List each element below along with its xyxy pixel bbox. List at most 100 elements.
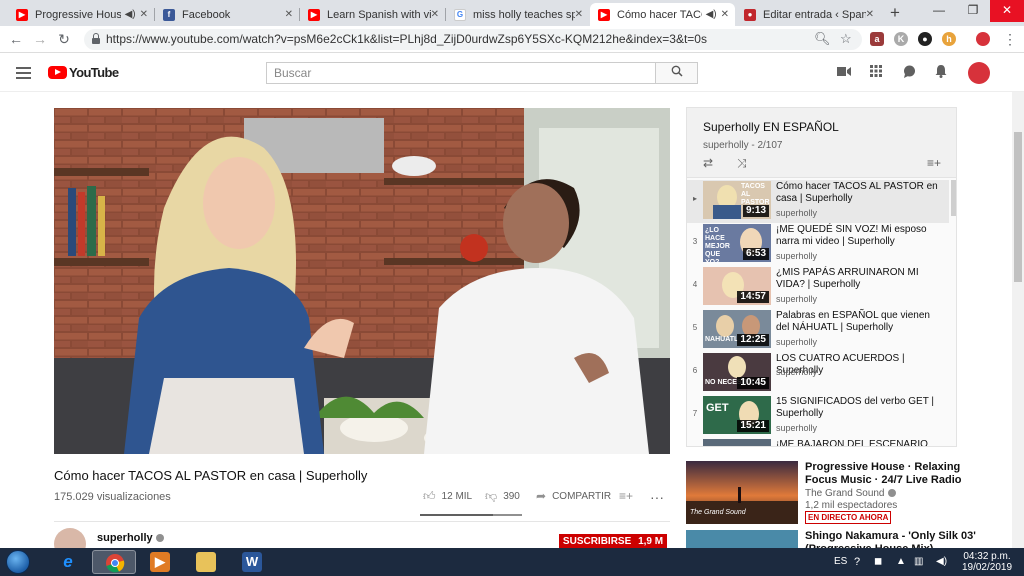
chrome-icon — [105, 553, 125, 573]
extension-k-icon[interactable]: K — [894, 32, 908, 46]
close-icon[interactable]: ✕ — [866, 9, 874, 20]
playlist-video-title: Cómo hacer TACOS AL PASTOR en casa | Sup… — [776, 181, 938, 204]
tab-learn-spanish[interactable]: ▶ Learn Spanish with viral ✕ — [300, 3, 445, 26]
close-icon[interactable]: ✕ — [431, 9, 439, 20]
page-scrollbar[interactable] — [1012, 92, 1024, 548]
playlist-item[interactable]: 3 ¿LO HACE MEJOR QUE YO? 6:53 ¡ME QUEDÉ … — [687, 223, 949, 266]
playlist-video-channel: superholly — [776, 208, 818, 218]
tab-google-search[interactable]: G miss holly teaches spani ✕ — [446, 3, 589, 26]
dislike-button[interactable]: 👎︎ 390 — [485, 489, 520, 504]
tab-title: Cómo hacer TACOS — [617, 8, 702, 21]
address-bar[interactable]: https://www.youtube.com/watch?v=psM6e2cC… — [84, 29, 862, 50]
more-actions-button[interactable]: ··· — [650, 489, 664, 505]
minimize-button[interactable]: — — [922, 0, 956, 22]
network-icon[interactable]: ▥ — [914, 556, 923, 567]
windows-taskbar: e ▶ W ES ? ◼ ▲ ▥ ◀) 04:32 p.m. 19/02/201… — [0, 548, 1024, 576]
youtube-logo[interactable]: YouTube — [48, 65, 119, 80]
playlist-item[interactable]: 8 ¡ME BAJARON DEL ESCENARIO — [687, 438, 949, 446]
apps-grid-icon[interactable] — [868, 65, 884, 81]
video-player[interactable] — [54, 108, 670, 454]
bookmark-star-icon[interactable]: ☆ — [840, 31, 852, 47]
save-to-playlist-button[interactable]: ≡+ — [619, 489, 639, 503]
audio-icon[interactable]: ◀) — [125, 9, 136, 20]
reload-icon[interactable]: ↻ — [54, 29, 74, 49]
channel-name[interactable]: superholly — [97, 532, 164, 544]
help-icon[interactable]: ? — [854, 556, 860, 568]
search-input[interactable]: Buscar — [266, 62, 655, 84]
share-button[interactable]: ➦ COMPARTIR — [536, 489, 611, 503]
video-thumbnail: NAHUATL 12:25 — [703, 310, 771, 348]
forward-icon[interactable]: → — [30, 29, 50, 49]
playlist-video-channel: superholly — [776, 337, 818, 347]
notifications-bell-icon[interactable] — [933, 65, 949, 81]
word-icon: W — [242, 552, 262, 572]
duration-badge: 14:57 — [737, 291, 769, 303]
back-icon[interactable]: ← — [6, 29, 26, 49]
browser-menu-icon[interactable]: ⋮ — [1000, 29, 1020, 49]
playlist-item[interactable]: 4 14:57 ¿MIS PAPÁS ARRUINARON MI VIDA? |… — [687, 266, 949, 309]
menu-icon[interactable] — [16, 67, 31, 79]
playlist-item[interactable]: 7 GET 15:21 15 SIGNIFICADOS del verbo GE… — [687, 395, 949, 438]
clock[interactable]: 04:32 p.m. 19/02/2019 — [958, 551, 1016, 573]
taskbar-app-file-explorer[interactable] — [184, 550, 228, 574]
taskbar-app-chrome[interactable] — [92, 550, 136, 574]
create-video-icon[interactable] — [836, 65, 852, 81]
extension-pdf-icon[interactable]: a — [870, 32, 884, 46]
start-button[interactable] — [6, 550, 30, 574]
playlist-item[interactable]: 5 NAHUATL 12:25 Palabras en ESPAÑOL que … — [687, 309, 949, 352]
profile-avatar-icon[interactable] — [976, 32, 990, 46]
close-icon[interactable]: ✕ — [140, 9, 148, 20]
zoom-icon[interactable]: 🔍︎ — [814, 31, 831, 47]
close-window-button[interactable]: ✕ — [990, 0, 1024, 22]
tab-facebook[interactable]: f Facebook ✕ — [155, 3, 299, 26]
recommended-video[interactable]: The Grand Sound Progressive House · Rela… — [686, 461, 998, 527]
share-arrow-icon: ➦ — [536, 489, 547, 503]
now-playing-icon: ▸ — [692, 194, 697, 203]
playlist-subtitle: superholly - 2/107 — [703, 140, 783, 151]
restore-button[interactable]: ❐ — [956, 0, 990, 22]
taskbar-app-word[interactable]: W — [230, 550, 274, 574]
show-hidden-icons[interactable]: ▲ — [896, 556, 906, 567]
subscribe-button[interactable]: SUSCRIBIRSE 1,9 M — [559, 534, 667, 548]
tray-app-icon[interactable]: ◼ — [874, 556, 882, 567]
search-button[interactable] — [655, 62, 698, 84]
tab-title: Facebook — [182, 8, 231, 21]
close-icon[interactable]: ✕ — [575, 9, 583, 20]
playlist-scrollbar[interactable] — [951, 180, 956, 216]
recommended-channel: The Grand Sound — [805, 488, 896, 499]
audio-icon[interactable]: ◀) — [706, 9, 717, 20]
playlist-item[interactable]: 6 NO NECESITO 10:45 LOS CUATRO ACUERDOS … — [687, 352, 949, 395]
shuffle-icon[interactable]: ⤨ — [737, 156, 747, 171]
tab-title: Progressive House — [35, 8, 121, 21]
url-text[interactable]: https://www.youtube.com/watch?v=psM6e2cC… — [106, 32, 707, 46]
recommended-title: Shingo Nakamura - 'Only Silk 03' (Progre… — [805, 530, 976, 548]
playlist-item[interactable]: ▸ TACOS AL PASTOR 9:13 Cómo hacer TACOS … — [687, 180, 949, 223]
new-tab-button[interactable]: + — [884, 4, 906, 22]
extension-eye-icon[interactable]: ● — [918, 32, 932, 46]
playlist-title[interactable]: Superholly EN ESPAÑOL — [703, 120, 839, 134]
account-avatar[interactable] — [968, 62, 990, 84]
extension-honey-icon[interactable]: h — [942, 32, 956, 46]
loop-icon[interactable]: ⇄ — [703, 156, 713, 170]
language-indicator[interactable]: ES — [834, 556, 847, 567]
youtube-header: YouTube Buscar — [0, 54, 1024, 92]
scrollbar-thumb[interactable] — [1014, 132, 1022, 282]
tab-progressive-house[interactable]: ▶ Progressive House ◀) ✕ — [8, 3, 154, 26]
duration-badge: 10:45 — [737, 377, 769, 389]
taskbar-app-media-player[interactable]: ▶ — [138, 550, 182, 574]
close-icon[interactable]: ✕ — [285, 9, 293, 20]
playlist-video-channel: superholly — [776, 251, 818, 261]
like-button[interactable]: 👍︎ 12 MIL — [423, 489, 472, 504]
taskbar-app-internet-explorer[interactable]: e — [46, 550, 90, 574]
internet-explorer-icon: e — [63, 552, 73, 571]
messages-icon[interactable] — [901, 65, 917, 81]
verified-check-icon — [155, 534, 164, 543]
close-icon[interactable]: ✕ — [721, 9, 729, 20]
add-to-playlist-icon: ≡+ — [619, 489, 634, 503]
tab-editar-entrada[interactable]: ● Editar entrada ‹ Spanish ✕ — [736, 3, 880, 26]
tab-active-tacos[interactable]: ▶ Cómo hacer TACOS ◀) ✕ — [590, 3, 735, 26]
recommended-video[interactable]: Shingo Nakamura - 'Only Silk 03' (Progre… — [686, 530, 998, 548]
save-playlist-icon[interactable]: ≡+ — [927, 156, 941, 170]
youtube-icon: ▶ — [16, 8, 28, 21]
volume-icon[interactable]: ◀) — [936, 556, 947, 567]
